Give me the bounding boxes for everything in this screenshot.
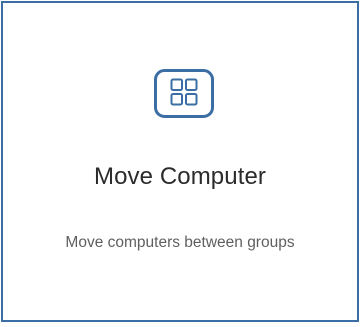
card-description: Move computers between groups — [65, 234, 295, 251]
grid-icon — [154, 69, 214, 118]
card-title: Move Computer — [93, 163, 267, 190]
move-computer-card[interactable]: Move Computer Move computers between gro… — [1, 1, 359, 322]
